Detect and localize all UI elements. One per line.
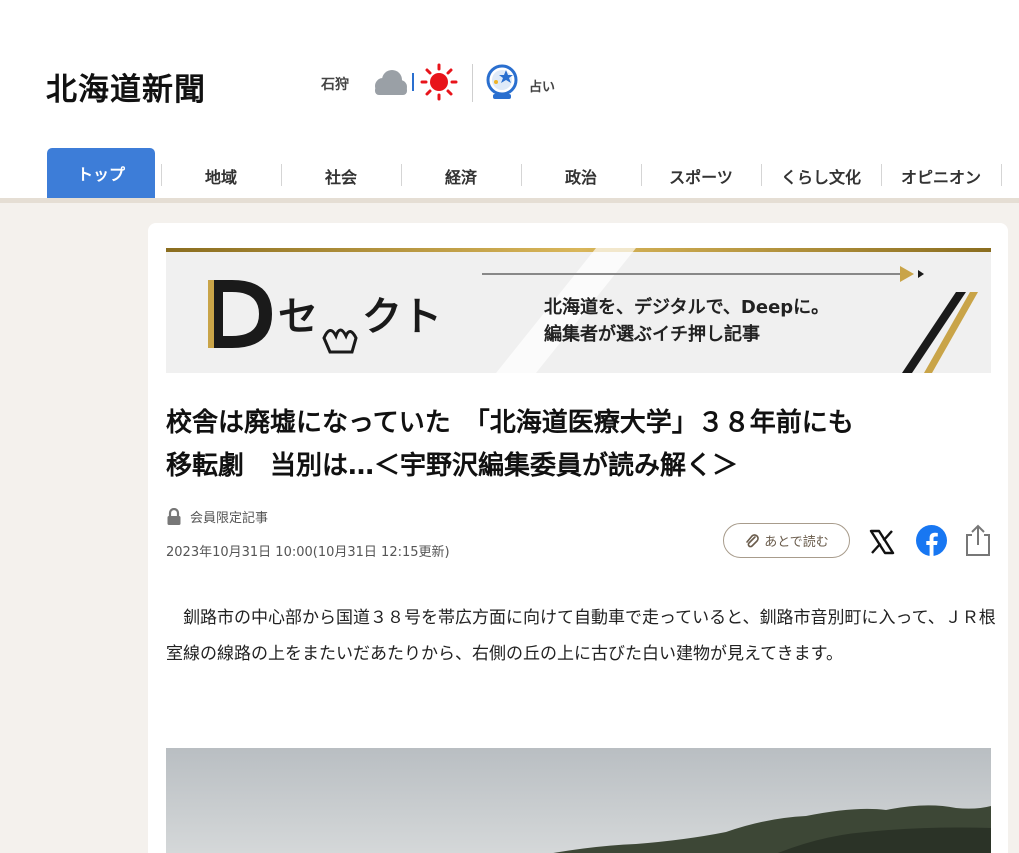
nav-separator — [521, 164, 522, 186]
banner-line-1: 北海道を、デジタルで、Deepに。 — [544, 297, 830, 318]
tab-society[interactable]: 社会 — [281, 150, 401, 202]
svg-text:セ: セ — [278, 294, 318, 340]
nav-separator — [761, 164, 762, 186]
tab-economy[interactable]: 経済 — [401, 150, 521, 202]
banner-tagline: 北海道を、デジタルで、Deepに。 編集者が選ぶイチ押し記事 — [544, 294, 829, 348]
nav-separator — [161, 164, 162, 186]
tab-opinion[interactable]: オピニオン — [881, 150, 1001, 202]
read-later-button[interactable]: あとで読む — [723, 523, 850, 558]
fortune-link[interactable]: 占い — [529, 76, 555, 95]
article-body: 釧路市の中心部から国道３８号を帯広方面に向けて自動車で走っていると、釧路市音別町… — [166, 608, 996, 664]
header-divider — [472, 64, 473, 102]
dselect-banner[interactable]: セ クト 北海道を、デジタルで、Deepに。 編集者が選ぶイチ押し記事 — [166, 248, 991, 373]
read-later-label: あとで読む — [764, 535, 829, 550]
article-title: 校舎は廃墟になっていた 「北海道医療大学」３８年前にも 移転劇 当別は…＜宇野沢… — [166, 402, 996, 488]
article-photo — [166, 748, 991, 853]
publish-date: 2023年10月31日 10:00(10月31日 12:15更新) — [166, 545, 450, 560]
facebook-share-icon[interactable] — [916, 525, 947, 556]
nav-separator — [1001, 164, 1002, 186]
region-selector[interactable]: 石狩 — [321, 74, 349, 94]
cloud-icon — [375, 70, 407, 95]
member-only-text: 会員限定記事 — [190, 511, 269, 526]
title-line-1: 校舎は廃墟になっていた 「北海道医療大学」３８年前にも — [166, 408, 854, 438]
paperclip-icon — [746, 533, 760, 547]
main-nav: トップ 地域 社会 経済 政治 スポーツ くらし文化 オピニオン — [0, 148, 1019, 204]
tab-lifestyle[interactable]: くらし文化 — [761, 150, 881, 202]
nav-separator — [281, 164, 282, 186]
tab-sports[interactable]: スポーツ — [641, 150, 761, 202]
x-share-icon[interactable] — [868, 528, 896, 556]
site-logo[interactable]: 北海道新聞 — [46, 64, 206, 109]
nav-underline — [0, 198, 1019, 203]
banner-line-2: 編集者が選ぶイチ押し記事 — [544, 324, 760, 345]
weather-separator — [412, 73, 414, 91]
tab-region[interactable]: 地域 — [161, 150, 281, 202]
nav-separator — [641, 164, 642, 186]
crystal-ball-icon[interactable] — [484, 62, 522, 102]
nav-separator — [401, 164, 402, 186]
tab-top[interactable]: トップ — [47, 148, 155, 203]
title-line-2: 移転劇 当別は…＜宇野沢編集委員が読み解く＞ — [166, 451, 739, 481]
svg-text:クト: クト — [362, 294, 442, 340]
tab-politics[interactable]: 政治 — [521, 150, 641, 202]
sun-icon — [420, 63, 458, 101]
nav-separator — [881, 164, 882, 186]
share-icon[interactable] — [963, 523, 993, 557]
member-only-label: 会員限定記事 — [166, 507, 268, 526]
hill-landscape-image — [166, 748, 991, 853]
lock-icon — [167, 507, 181, 525]
